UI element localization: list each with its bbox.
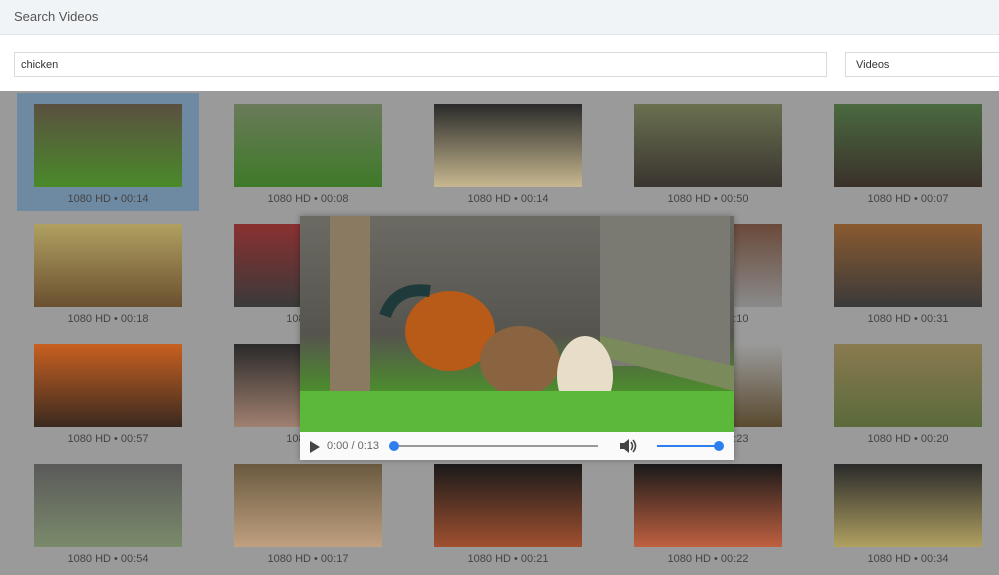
- video-meta-label: 1080 HD • 00:07: [867, 193, 949, 205]
- play-icon[interactable]: [310, 441, 320, 453]
- video-result[interactable]: 1080 HD • 00:20: [817, 333, 999, 451]
- video-meta-label: 1080 HD • 00:14: [467, 193, 549, 205]
- video-thumbnail[interactable]: [634, 104, 782, 187]
- video-meta-label: 1080 HD • 00:18: [67, 313, 149, 325]
- video-meta-label: 1080 HD • 00:20: [867, 433, 949, 445]
- video-meta-label: 1080 HD • 00:14: [67, 193, 149, 205]
- video-thumbnail[interactable]: [34, 104, 182, 187]
- volume-handle[interactable]: [714, 441, 724, 451]
- player-controls: 0:00 / 0:13: [300, 432, 734, 460]
- video-thumbnail[interactable]: [34, 344, 182, 427]
- video-meta-label: 1080 HD • 00:57: [67, 433, 149, 445]
- video-player-modal: 0:00 / 0:13: [300, 216, 734, 460]
- video-frame[interactable]: [300, 216, 734, 432]
- video-thumbnail[interactable]: [834, 344, 982, 427]
- video-result[interactable]: 1080 HD • 00:17: [217, 453, 399, 571]
- video-thumbnail[interactable]: [834, 224, 982, 307]
- volume-slider[interactable]: [657, 441, 724, 451]
- video-meta-label: 1080 HD • 00:21: [467, 553, 549, 565]
- media-type-select[interactable]: Videos: [845, 52, 999, 77]
- search-input[interactable]: chicken: [14, 52, 827, 77]
- seek-slider[interactable]: [389, 441, 598, 451]
- video-thumbnail[interactable]: [34, 224, 182, 307]
- video-result[interactable]: 1080 HD • 00:07: [817, 93, 999, 211]
- video-thumbnail[interactable]: [834, 464, 982, 547]
- video-result[interactable]: 1080 HD • 00:57: [17, 333, 199, 451]
- video-meta-label: 1080 HD • 00:34: [867, 553, 949, 565]
- video-meta-label: 1080 HD • 00:22: [667, 553, 749, 565]
- time-readout: 0:00 / 0:13: [327, 440, 379, 452]
- video-result[interactable]: 1080 HD • 00:14: [417, 93, 599, 211]
- video-meta-label: 1080 HD • 00:54: [67, 553, 149, 565]
- video-thumbnail[interactable]: [34, 464, 182, 547]
- seek-handle[interactable]: [389, 441, 399, 451]
- video-result[interactable]: 1080 HD • 00:14: [17, 93, 199, 211]
- video-meta-label: 1080 HD • 00:08: [267, 193, 349, 205]
- video-result[interactable]: 1080 HD • 00:18: [17, 213, 199, 331]
- video-result[interactable]: 1080 HD • 00:22: [617, 453, 799, 571]
- video-meta-label: 1080 HD • 00:50: [667, 193, 749, 205]
- video-result[interactable]: 1080 HD • 00:21: [417, 453, 599, 571]
- video-thumbnail[interactable]: [834, 104, 982, 187]
- video-result[interactable]: 1080 HD • 00:34: [817, 453, 999, 571]
- video-result[interactable]: 1080 HD • 00:31: [817, 213, 999, 331]
- video-meta-label: 1080 HD • 00:17: [267, 553, 349, 565]
- video-thumbnail[interactable]: [234, 104, 382, 187]
- header: Search Videos: [0, 0, 999, 35]
- video-result[interactable]: 1080 HD • 00:50: [617, 93, 799, 211]
- page-title: Search Videos: [14, 9, 99, 24]
- video-meta-label: 1080 HD • 00:31: [867, 313, 949, 325]
- video-still-chickens: [300, 216, 734, 432]
- volume-icon[interactable]: [619, 438, 637, 454]
- video-thumbnail[interactable]: [434, 104, 582, 187]
- video-result[interactable]: 1080 HD • 00:08: [217, 93, 399, 211]
- video-result[interactable]: 1080 HD • 00:54: [17, 453, 199, 571]
- video-thumbnail[interactable]: [634, 464, 782, 547]
- video-thumbnail[interactable]: [434, 464, 582, 547]
- video-thumbnail[interactable]: [234, 464, 382, 547]
